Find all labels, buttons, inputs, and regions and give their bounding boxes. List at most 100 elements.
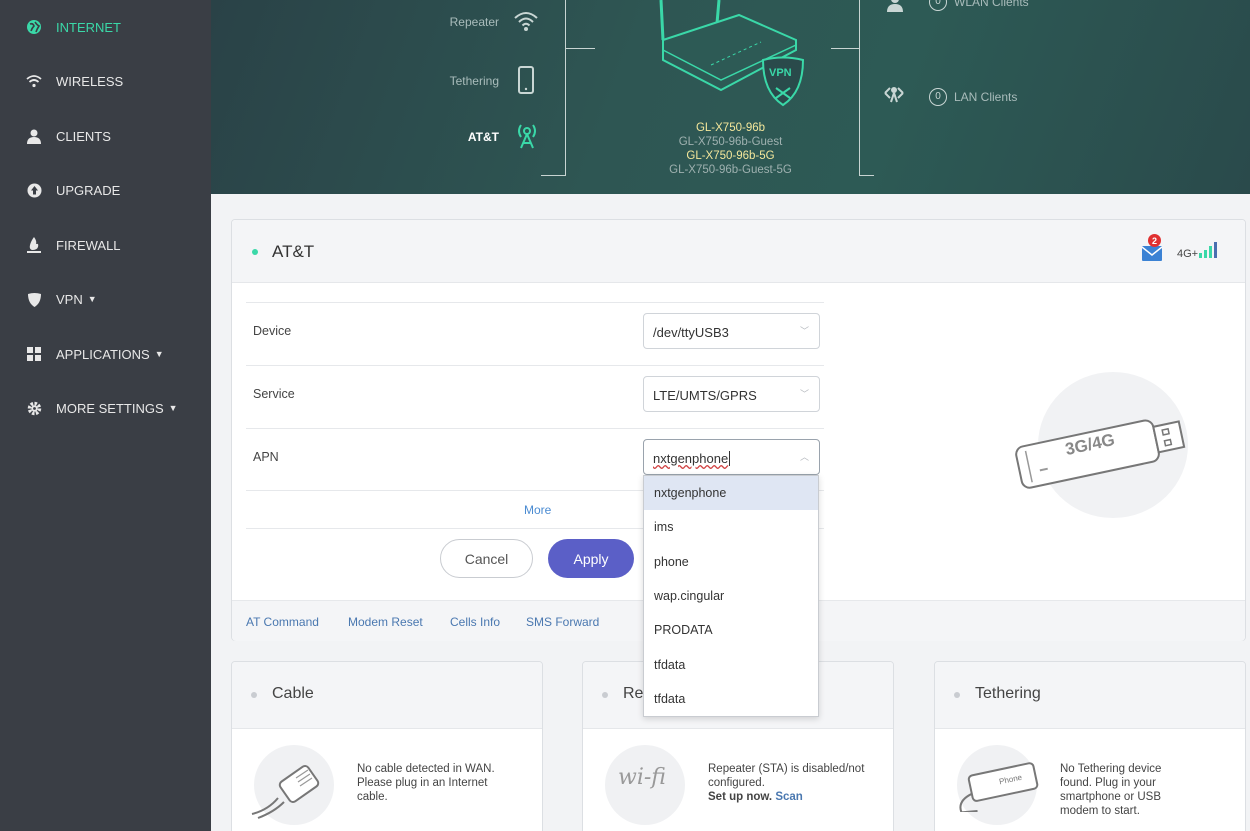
tethering-card: Tethering Phone No Tethering device foun… [934, 661, 1246, 831]
apn-option[interactable]: phone [644, 545, 818, 579]
sidebar: INTERNET WIRELESS CLIENTS UPGRADE FIREWA… [0, 0, 211, 831]
sidebar-item-applications[interactable]: APPLICATIONS ▼ [0, 327, 211, 381]
sidebar-item-more-settings[interactable]: MORE SETTINGS ▼ [0, 381, 211, 435]
phone-icon[interactable] [518, 66, 534, 99]
wlan-client-count: 0 [929, 0, 947, 11]
modem-reset-link[interactable]: Modem Reset [348, 615, 423, 629]
apn-option[interactable]: tfdata [644, 682, 818, 716]
repeater-status-message: Repeater (STA) is disabled/not configure… [708, 763, 865, 789]
ssid-label: GL-X750-96b-5G [686, 150, 775, 162]
apn-option[interactable]: nxtgenphone [644, 476, 818, 511]
apn-input[interactable]: nxtgenphone ︿ [643, 439, 820, 475]
lan-clients-label[interactable]: LAN Clients [954, 90, 1017, 104]
apn-input-value: nxtgenphone [653, 451, 729, 466]
ethernet-cable-icon [248, 750, 340, 825]
ssid-label: GL-X750-96b-Guest-5G [669, 164, 792, 176]
service-select[interactable]: LTE/UMTS/GPRS ﹀ [643, 376, 820, 412]
wifi-logo-icon: wi-fi [618, 765, 666, 790]
sidebar-item-label: UPGRADE [56, 182, 121, 198]
sidebar-item-upgrade[interactable]: UPGRADE [0, 163, 211, 217]
tethering-card-header: Tethering [935, 662, 1245, 729]
device-label: Device [253, 324, 292, 338]
divider [246, 302, 824, 303]
chevron-down-icon: ﹀ [799, 326, 809, 336]
router-illustration: VPN [651, 0, 811, 130]
apn-option[interactable]: tfdata [644, 647, 818, 681]
apn-option[interactable]: ims [644, 510, 818, 544]
service-label: Service [253, 387, 295, 401]
modem-card-title: AT&T [272, 242, 315, 261]
tethering-status-text: No Tethering device found. Plug in your … [1060, 763, 1162, 817]
cancel-button[interactable]: Cancel [440, 539, 533, 578]
network-topology-banner: Repeater Tethering AT&T VPN GL-X750-96b … [211, 0, 1250, 194]
scan-link[interactable]: Scan [775, 791, 803, 803]
repeater-label: Repeater [449, 15, 499, 29]
wifi-icon [26, 73, 42, 89]
tethering-label: Tethering [449, 74, 499, 88]
ssid-label: GL-X750-96b-Guest [678, 136, 783, 148]
setup-now-link[interactable]: Set up now. [708, 791, 772, 803]
apn-option[interactable]: PRODATA [644, 613, 818, 647]
apn-label: APN [253, 450, 279, 464]
status-dot [602, 692, 608, 698]
at-command-link[interactable]: AT Command [246, 615, 319, 629]
phone-usb-icon: Phone [949, 762, 1049, 817]
sidebar-item-label: CLIENTS [56, 128, 111, 144]
connector-line [565, 48, 595, 49]
caret-down-icon: ▼ [168, 403, 178, 413]
device-select[interactable]: /dev/ttyUSB3 ﹀ [643, 313, 820, 349]
lan-client-icon [883, 82, 905, 109]
firewall-icon [26, 237, 42, 253]
sidebar-item-label: APPLICATIONS [56, 346, 150, 362]
modem-card-header: AT&T [232, 220, 1245, 283]
status-dot [252, 249, 258, 255]
lan-client-count: 0 [929, 88, 947, 106]
user-icon [26, 128, 42, 144]
vpn-badge: VPN [769, 67, 792, 79]
caret-down-icon: ▼ [154, 349, 164, 359]
device-select-value: /dev/ttyUSB3 [653, 325, 729, 340]
service-select-value: LTE/UMTS/GPRS [653, 388, 757, 403]
apply-button[interactable]: Apply [548, 539, 634, 578]
cells-info-link[interactable]: Cells Info [450, 615, 500, 629]
shield-icon [26, 291, 42, 307]
repeater-status-text: Repeater (STA) is disabled/not configure… [708, 762, 878, 804]
tethering-card-title: Tethering [975, 685, 1041, 702]
divider [246, 365, 824, 366]
gear-icon [26, 400, 42, 416]
sidebar-item-firewall[interactable]: FIREWALL [0, 218, 211, 272]
message-count-badge: 2 [1148, 234, 1161, 247]
repeater-wifi-icon[interactable] [513, 10, 539, 37]
cable-status-text: No cable detected in WAN. Please plug in… [357, 763, 495, 803]
sidebar-item-label: INTERNET [56, 19, 121, 35]
network-type-label: 4G+ [1177, 248, 1199, 260]
apn-dropdown-list: nxtgenphone ims phone wap.cingular PRODA… [643, 475, 819, 717]
cable-card-header: Cable [232, 662, 542, 729]
divider [246, 428, 824, 429]
sidebar-item-wireless[interactable]: WIRELESS [0, 54, 211, 108]
mail-icon[interactable] [1141, 246, 1163, 266]
ssid-label: GL-X750-96b [695, 122, 766, 134]
sidebar-item-vpn[interactable]: VPN ▼ [0, 272, 211, 326]
sms-forward-link[interactable]: SMS Forward [526, 615, 599, 629]
signal-strength-icon [1199, 242, 1219, 263]
wlan-clients-label[interactable]: WLAN Clients [954, 0, 1029, 9]
sidebar-item-clients[interactable]: CLIENTS [0, 109, 211, 163]
caret-down-icon: ▼ [87, 294, 97, 304]
sidebar-item-label: WIRELESS [56, 73, 124, 89]
usb-dongle-icon: 3G/4G [1007, 405, 1197, 500]
status-dot [954, 692, 960, 698]
sidebar-item-label: VPN [56, 291, 83, 307]
cable-card-title: Cable [272, 685, 314, 702]
connector-line [831, 48, 859, 49]
chevron-up-icon: ︿ [799, 452, 809, 462]
status-dot [251, 692, 257, 698]
grid-icon [26, 346, 42, 362]
more-link[interactable]: More [524, 503, 551, 517]
apn-option[interactable]: wap.cingular [644, 579, 818, 613]
globe-icon [26, 19, 42, 35]
sidebar-item-label: MORE SETTINGS [56, 400, 164, 416]
chevron-down-icon: ﹀ [799, 389, 809, 399]
upgrade-icon [26, 182, 42, 198]
sidebar-item-internet[interactable]: INTERNET [0, 0, 211, 54]
